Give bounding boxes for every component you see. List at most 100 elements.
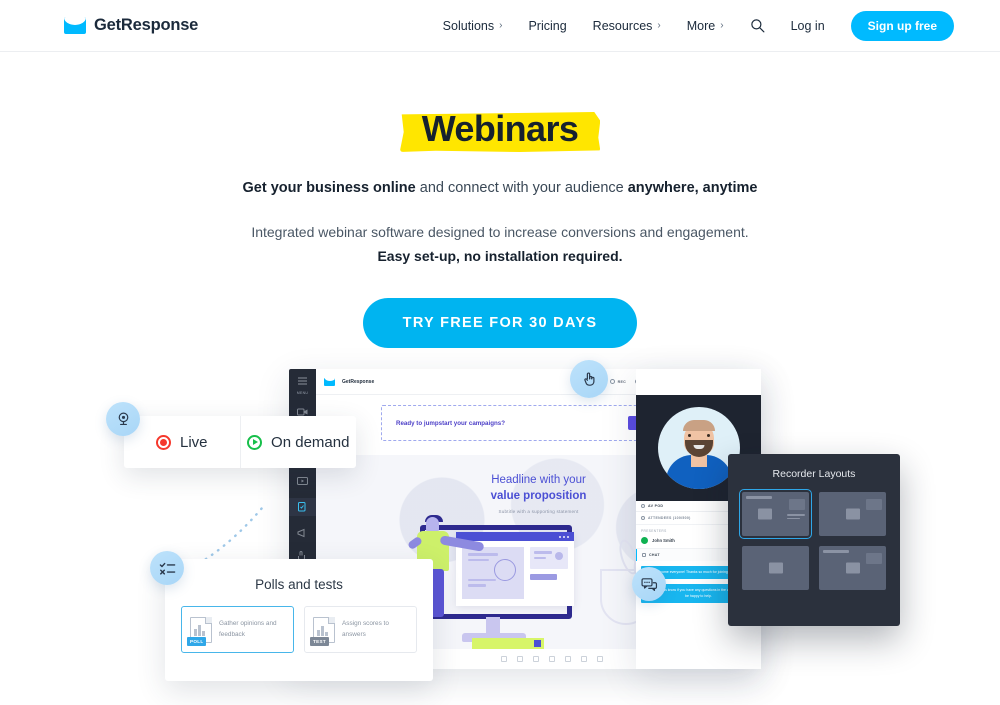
record-icon bbox=[610, 379, 616, 385]
page-title: Webinars bbox=[399, 104, 601, 156]
polls-card-title: Polls and tests bbox=[255, 577, 343, 593]
recorder-layouts-panel: Recorder Layouts bbox=[728, 454, 900, 627]
chat-icon bbox=[642, 553, 646, 558]
screen-circle-shape bbox=[494, 559, 516, 582]
hero-body-line1: Integrated webinar software designed to … bbox=[251, 224, 749, 240]
poll-option[interactable]: POLL Gather opinions and feedback bbox=[181, 606, 294, 654]
layout-option-screen-with-header-camera[interactable] bbox=[819, 546, 886, 591]
avatar-eye bbox=[706, 434, 710, 438]
webcam-icon bbox=[118, 412, 128, 425]
search-icon[interactable] bbox=[750, 18, 765, 33]
live-label: Live bbox=[179, 433, 208, 451]
nav-item-solutions[interactable]: Solutions › bbox=[443, 19, 503, 33]
hand-pointer-badge bbox=[570, 360, 608, 399]
sidebar-menu-label: MENU bbox=[296, 391, 309, 396]
promo-banner-text: Ready to jumpstart your campaigns? bbox=[396, 419, 505, 427]
toolbar-icon[interactable] bbox=[549, 656, 555, 663]
toolbar-icon[interactable] bbox=[597, 656, 603, 663]
app-brand-name: GetResponse bbox=[342, 378, 375, 385]
screen-highlight-bar bbox=[472, 638, 544, 650]
megaphone-icon[interactable] bbox=[296, 527, 309, 539]
hand-pointer-icon bbox=[583, 372, 594, 386]
layout-option-screen-only[interactable] bbox=[742, 546, 809, 591]
hero-lead: Get your business online and connect wit… bbox=[0, 180, 1000, 196]
avatar-hair bbox=[682, 420, 715, 432]
recorder-layouts-grid bbox=[739, 489, 886, 591]
hero-body: Integrated webinar software designed to … bbox=[0, 220, 1000, 268]
test-tag: TEST bbox=[310, 636, 329, 646]
poll-option-text: Gather opinions and feedback bbox=[219, 620, 277, 638]
screen-panel bbox=[530, 547, 568, 570]
nav-item-resources[interactable]: Resources › bbox=[593, 19, 661, 33]
screen-left-block bbox=[462, 547, 524, 600]
toolbar-icon[interactable] bbox=[533, 656, 539, 663]
option-live[interactable]: Live bbox=[124, 416, 240, 468]
chevron-right-icon: › bbox=[499, 20, 503, 31]
signup-button[interactable]: Sign up free bbox=[850, 10, 954, 41]
quiz-checklist-icon bbox=[159, 562, 175, 575]
avatar-eye bbox=[687, 434, 691, 438]
cta-try-free-button[interactable]: TRY FREE FOR 30 DAYS bbox=[362, 298, 638, 349]
layout-option-screen-with-camera-overlay[interactable] bbox=[819, 492, 886, 537]
chevron-right-icon: › bbox=[657, 20, 661, 31]
hero-section: Webinars Get your business online and co… bbox=[0, 52, 1000, 349]
page-title-text: Webinars bbox=[421, 108, 579, 149]
top-navbar: GetResponse Solutions › Pricing Resource… bbox=[0, 0, 1000, 52]
nav-label: Pricing bbox=[528, 18, 567, 33]
presenter-name: John Smith bbox=[652, 538, 675, 544]
nav-item-pricing[interactable]: Pricing bbox=[528, 19, 566, 33]
polls-options-row: POLL Gather opinions and feedback TEST A… bbox=[181, 606, 417, 654]
chat-bubbles-icon bbox=[640, 577, 657, 591]
login-link[interactable]: Log in bbox=[791, 19, 825, 33]
people-icon bbox=[641, 516, 645, 521]
play-circle-icon bbox=[247, 434, 263, 450]
toolbar-icon[interactable] bbox=[501, 656, 507, 663]
attendees-label: ATTENDEES (100/500) bbox=[648, 516, 691, 521]
record-dot-icon bbox=[155, 434, 171, 450]
recorder-layouts-title: Recorder Layouts bbox=[772, 468, 856, 481]
chevron-right-icon: › bbox=[720, 20, 724, 31]
option-on-demand[interactable]: On demand bbox=[239, 416, 357, 469]
hero-body-line2: Easy set-up, no installation required. bbox=[377, 248, 623, 265]
nav-item-more[interactable]: More › bbox=[687, 19, 724, 33]
quiz-badge bbox=[150, 551, 184, 586]
toolbar-icon[interactable] bbox=[517, 656, 523, 663]
hero-illustration: MENU Aa GetResponse REC ENGLISH bbox=[0, 356, 1000, 705]
poll-tag: POLL bbox=[187, 636, 207, 646]
topbar-rec[interactable]: REC bbox=[610, 379, 626, 385]
toolbar-icon[interactable] bbox=[565, 656, 571, 663]
toolbar-icon[interactable] bbox=[581, 656, 587, 663]
screen-right-block bbox=[530, 547, 568, 599]
hero-lead-bold-a: Get your business online bbox=[242, 180, 416, 196]
screen-titlebar bbox=[456, 532, 574, 542]
nav-label: More bbox=[686, 18, 716, 33]
screen-body bbox=[456, 541, 574, 605]
nav-right-group: Solutions › Pricing Resources › More › L… bbox=[443, 10, 954, 41]
avpod-label: AV POD bbox=[648, 504, 664, 509]
sidebar-active-item[interactable] bbox=[289, 498, 316, 517]
poll-document-icon: POLL bbox=[187, 616, 212, 646]
camera-icon bbox=[641, 504, 645, 509]
topbar-rec-label: REC bbox=[617, 379, 626, 384]
online-status-icon bbox=[641, 537, 648, 545]
test-option-text: Assign scores to answers bbox=[342, 620, 389, 638]
envelope-icon bbox=[64, 17, 86, 34]
menu-icon[interactable] bbox=[296, 375, 309, 387]
hero-lead-mid: and connect with your audience bbox=[415, 180, 628, 196]
polls-icon bbox=[298, 502, 306, 512]
screen-avatar-shape bbox=[555, 552, 563, 561]
test-option[interactable]: TEST Assign scores to answers bbox=[304, 606, 417, 654]
canvas-headline-line1: Headline with your bbox=[491, 474, 586, 487]
live-ondemand-card: Live On demand bbox=[124, 416, 357, 469]
brand-name: GetResponse bbox=[94, 16, 199, 34]
chat-badge bbox=[632, 567, 666, 602]
hero-lead-bold-b: anywhere, anytime bbox=[627, 180, 758, 196]
ondemand-label: On demand bbox=[271, 433, 350, 451]
person-monitor-illustration bbox=[404, 515, 655, 657]
brand-logo[interactable]: GetResponse bbox=[64, 16, 198, 35]
webcam-badge bbox=[106, 402, 140, 437]
media-player-icon[interactable] bbox=[296, 475, 309, 487]
chat-label: CHAT bbox=[649, 553, 660, 558]
layout-option-screen-with-sidebar[interactable] bbox=[739, 489, 812, 540]
nav-label: Resources bbox=[592, 18, 653, 33]
